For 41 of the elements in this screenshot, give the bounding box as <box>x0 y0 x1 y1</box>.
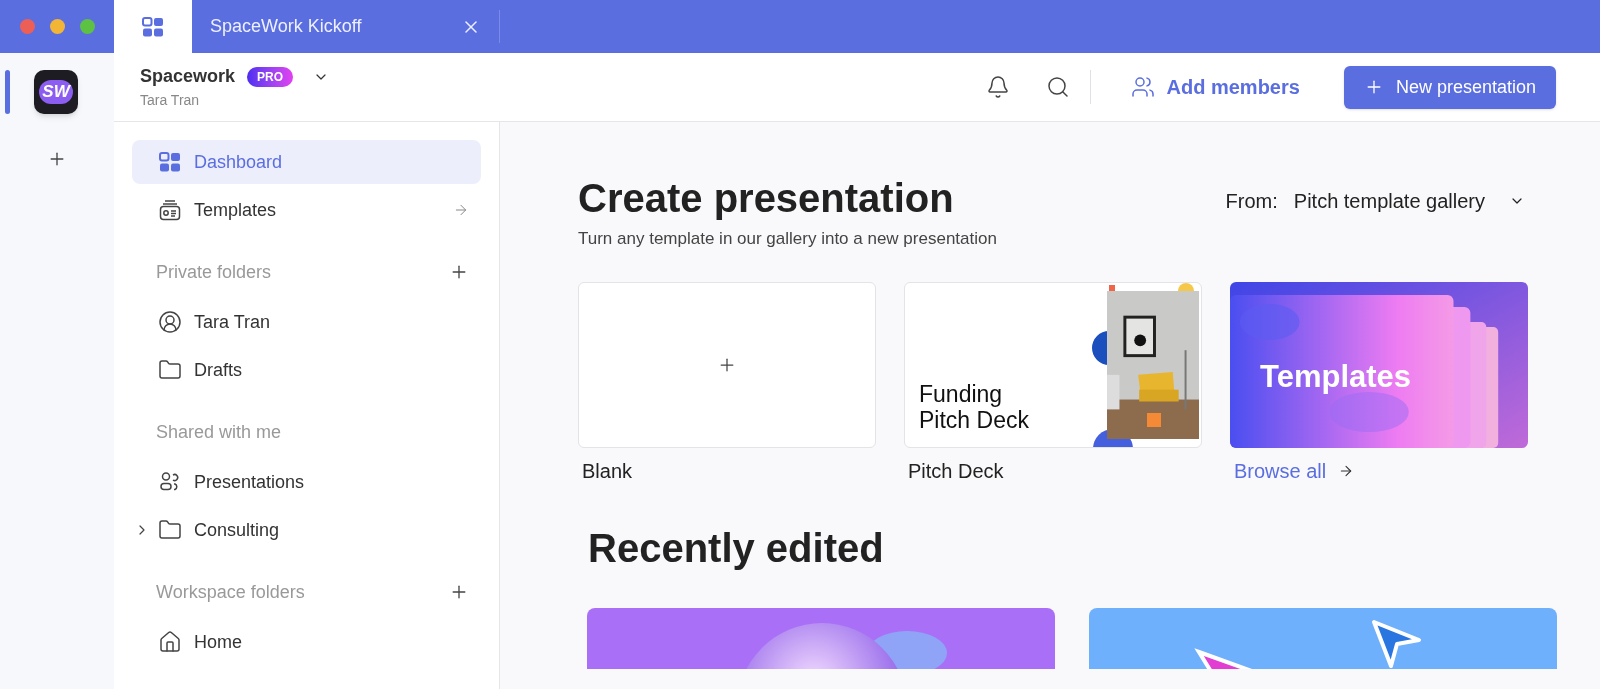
plan-badge: PRO <box>247 66 294 87</box>
workspace-logo[interactable]: SW <box>34 70 78 114</box>
sidebar-item[interactable]: Dashboard <box>132 140 481 184</box>
folder-icon <box>158 358 182 382</box>
card-label: Pitch Deck <box>907 458 1005 484</box>
source-dropdown[interactable]: Pitch template gallery <box>1293 186 1525 216</box>
browse-all-link[interactable]: Browse all <box>1230 455 1528 486</box>
document-tab[interactable]: SpaceWork Kickoff <box>192 10 500 43</box>
sidebar-item[interactable]: Presentations <box>132 460 481 504</box>
grid-icon <box>141 14 165 39</box>
slide-title: Funding Pitch Deck <box>919 380 1030 433</box>
sidebar-item[interactable]: Tara Tran <box>132 300 481 344</box>
add-members-button[interactable]: Add members <box>1130 72 1300 102</box>
section-heading: Shared with me <box>156 420 282 444</box>
people-icon <box>1130 75 1155 99</box>
sidebar-item[interactable]: Home <box>132 620 481 664</box>
slide-thumbnail[interactable]: Funding Pitch Deck <box>904 281 1202 448</box>
workspace-name[interactable]: Spacework <box>140 63 236 90</box>
templates-icon <box>158 198 182 222</box>
notifications-icon[interactable] <box>985 75 1010 99</box>
sidebar-item[interactable]: Drafts <box>132 348 481 392</box>
user-icon <box>158 310 182 334</box>
search-icon[interactable] <box>1045 75 1070 99</box>
sidebar-item[interactable]: Templates <box>132 188 481 232</box>
home-tab[interactable] <box>114 0 192 53</box>
section-heading: Private folders <box>156 260 272 284</box>
sidebar-item[interactable]: Consulting <box>132 508 481 552</box>
user-name: Tara Tran <box>140 91 201 110</box>
new-presentation-button[interactable]: New presentation <box>1343 65 1556 109</box>
folder-icon <box>158 518 182 542</box>
banner-title: Templates <box>1260 357 1412 396</box>
arrow-icon <box>453 202 469 218</box>
section-title: Recently edited <box>588 524 885 572</box>
minimize-window-icon[interactable] <box>50 19 65 34</box>
page-subtitle: Turn any template in our gallery into a new presentation <box>578 228 997 250</box>
card-label: Blank <box>581 458 634 484</box>
home-icon <box>158 630 182 654</box>
section-heading: Workspace folders <box>156 580 305 604</box>
source-label: From: <box>1225 189 1278 214</box>
page-title: Create presentation <box>578 175 955 222</box>
dashboard-icon <box>158 150 182 174</box>
